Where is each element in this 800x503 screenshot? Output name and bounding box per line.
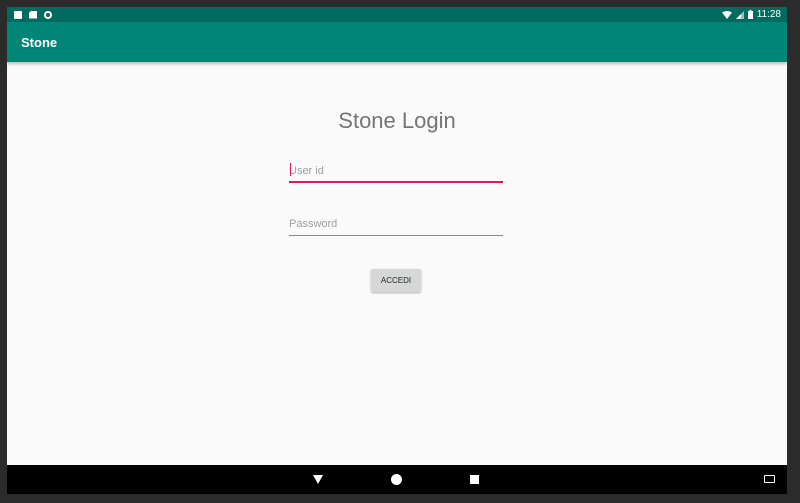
app-title: Stone: [21, 34, 58, 50]
user-id-input[interactable]: [289, 160, 503, 181]
battery-icon: [747, 10, 753, 19]
password-field[interactable]: [289, 213, 503, 236]
sd-card-icon: [29, 10, 37, 19]
status-left-icons: [7, 10, 52, 19]
status-time: 11:28: [756, 9, 781, 20]
navigation-bar: [7, 465, 787, 494]
login-title: Stone Login: [338, 108, 456, 133]
keyboard-icon[interactable]: [764, 475, 775, 483]
status-bar: 11:28: [7, 7, 787, 22]
user-id-field[interactable]: [289, 160, 503, 183]
app-bar: Stone: [7, 22, 787, 62]
device-screen: 11:28 Stone Stone Login ACCEDI: [7, 7, 787, 494]
login-screen: Stone Login ACCEDI: [7, 62, 787, 465]
text-cursor: [290, 163, 291, 176]
login-button[interactable]: ACCEDI: [371, 269, 421, 292]
recents-icon[interactable]: [470, 475, 479, 484]
sync-icon: [44, 10, 52, 19]
wifi-icon: [721, 10, 732, 19]
home-icon[interactable]: [391, 474, 402, 485]
signal-icon: [735, 10, 744, 19]
back-icon[interactable]: [313, 475, 323, 484]
password-input[interactable]: [289, 213, 503, 235]
status-right-icons: 11:28: [721, 9, 787, 20]
notification-icon: [14, 10, 22, 19]
